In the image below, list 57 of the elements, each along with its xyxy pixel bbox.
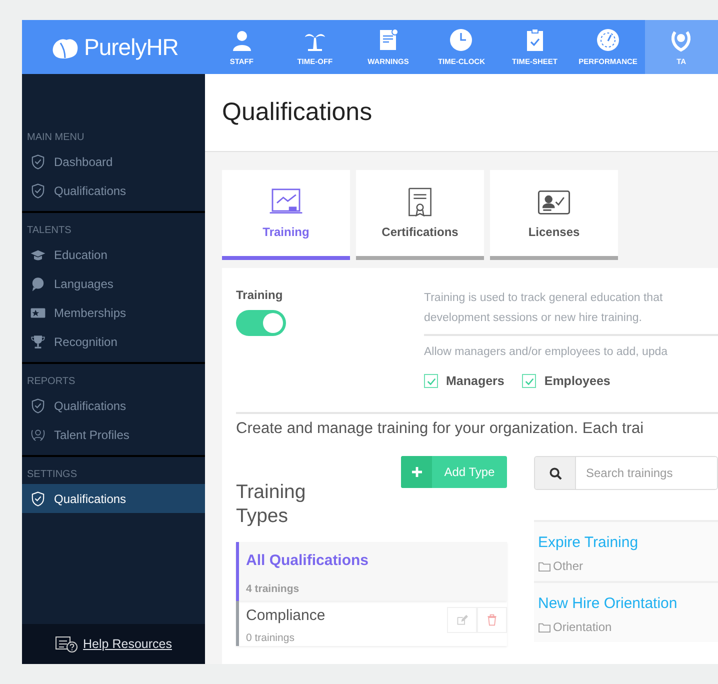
shield-gear-icon [30, 490, 46, 506]
sidebar-item[interactable]: Talent Profiles [22, 420, 205, 449]
sidebar-item[interactable]: Education [22, 240, 205, 269]
type-list-item[interactable]: Compliance 0 trainings [236, 601, 507, 646]
brand-name: PurelyHR [84, 34, 178, 60]
folder-icon [538, 560, 551, 572]
sidebar-item[interactable]: Languages [22, 269, 205, 298]
description-text: Training is used to track general education that development sessions or new hire training. [424, 291, 664, 326]
page-title: Qualifications [222, 98, 372, 127]
category-tab[interactable]: Training [222, 170, 350, 260]
checkbox-label: Managers [446, 374, 504, 388]
section-heading: MAIN MENU [26, 131, 86, 145]
help-resources-link[interactable]: Help Resources [83, 637, 172, 651]
shield-icon [30, 182, 46, 198]
section-title: Training Types [236, 480, 307, 528]
sidebar-item[interactable]: Qualifications [22, 176, 205, 205]
setting-label: Training [236, 288, 284, 302]
sidebar-item[interactable]: Qualifications [22, 391, 205, 420]
section-heading: REPORTS [26, 375, 76, 389]
shield-icon [30, 398, 46, 414]
help-document-icon [55, 635, 80, 653]
trophy-icon [30, 334, 46, 350]
search-icon [535, 457, 576, 489]
plus-icon [401, 456, 432, 488]
sidebar-item[interactable]: Dashboard [22, 147, 205, 176]
checkbox[interactable] [424, 374, 438, 388]
type-count: 0 trainings [246, 632, 296, 644]
shield-icon [30, 154, 46, 170]
type-name: Compliance [246, 607, 326, 624]
checkbox[interactable] [522, 374, 536, 388]
sidebar-item[interactable]: Memberships [22, 298, 205, 327]
type-count: 4 trainings [246, 583, 300, 595]
training-list-item[interactable]: New Hire Orientation Orientation [534, 581, 718, 642]
category-tab[interactable]: Licenses [490, 170, 618, 260]
trash-icon [486, 614, 498, 626]
delete-button[interactable] [477, 607, 507, 633]
category-tab[interactable]: Certifications [356, 170, 484, 260]
pencil-icon [456, 614, 468, 626]
section-heading: SETTINGS [26, 468, 78, 482]
sidebar-item[interactable]: Recognition [22, 327, 205, 356]
toggle-switch[interactable] [236, 310, 286, 336]
folder-icon [538, 622, 551, 632]
search-field[interactable]: Search trainings [534, 456, 718, 490]
sidebar-item[interactable]: Qualifications [22, 484, 205, 513]
section-heading: TALENTS [26, 224, 72, 238]
type-name: All Qualifications [246, 552, 370, 569]
clock-icon [449, 28, 474, 52]
category-label: Other [553, 559, 584, 573]
category-label: Orientation [553, 620, 612, 634]
type-list-item[interactable]: All Qualifications 4 trainings [236, 542, 507, 601]
intro-text: Create and manage training for your organization. Each trai [236, 420, 645, 438]
gauge-icon [596, 28, 620, 52]
speech-bubble-icon [30, 276, 46, 292]
edit-button[interactable] [447, 607, 477, 633]
permission-text: Allow managers and/or employees to add, upda [424, 345, 669, 360]
checkbox-label: Employees [544, 374, 610, 388]
training-list-item[interactable]: Expire Training Other [534, 520, 718, 581]
